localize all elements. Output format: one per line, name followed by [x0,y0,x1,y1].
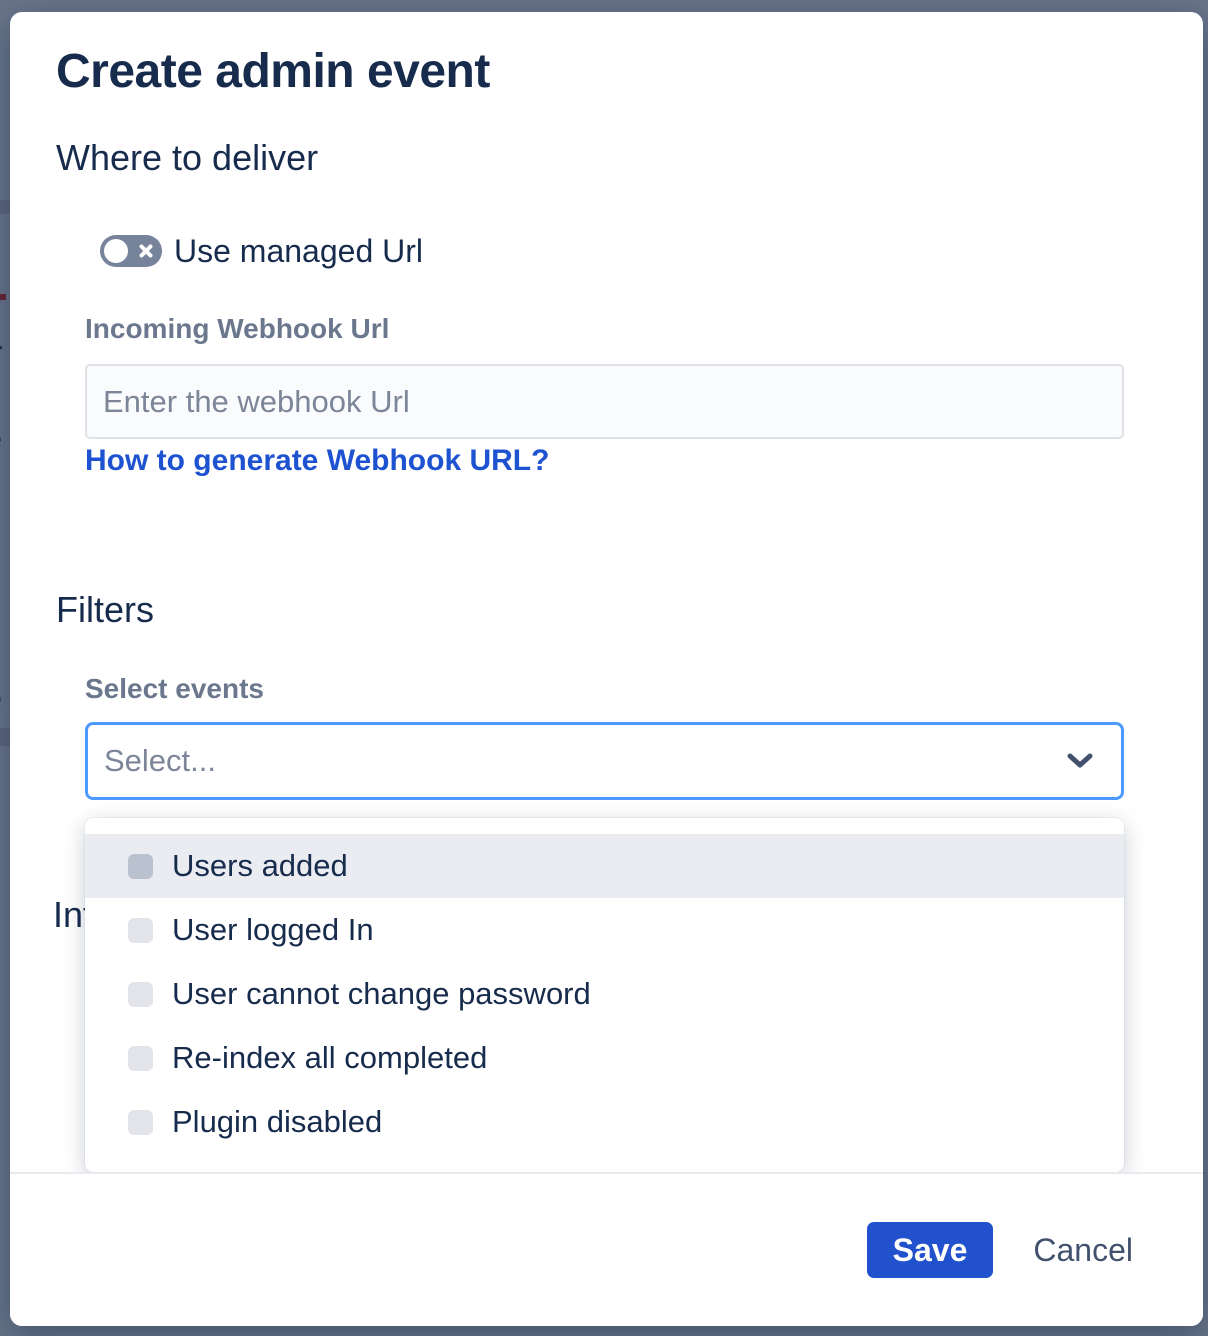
dropdown-option[interactable]: User cannot change password [85,962,1124,1026]
dropdown-option-label: User logged In [172,912,374,948]
dialog-footer: Save Cancel [10,1172,1203,1326]
toggle-label: Use managed Url [174,233,423,270]
backdrop-fragment [0,200,10,214]
dropdown-options-list: Users added User logged In User cannot cha… [85,834,1124,1154]
dialog-title: Create admin event [56,44,490,99]
chevron-down-icon [1067,753,1093,769]
backdrop-fragment: e [0,422,2,454]
dropdown-option-label: Plugin disabled [172,1104,382,1140]
save-button[interactable]: Save [867,1222,994,1278]
section-heading-where-to-deliver: Where to deliver [56,138,318,178]
cancel-button[interactable]: Cancel [1033,1232,1133,1269]
events-dropdown-menu: Users added User logged In User cannot cha… [85,818,1124,1172]
dropdown-option-label: Re-index all completed [172,1040,487,1076]
option-checkbox[interactable] [128,982,153,1007]
events-select[interactable]: Select... [85,722,1124,800]
webhook-url-input[interactable] [85,364,1124,439]
webhook-url-label: Incoming Webhook Url [85,314,389,345]
use-managed-url-toggle[interactable] [100,235,162,267]
toggle-off-x-icon [139,244,153,258]
dropdown-option-label: User cannot change password [172,976,591,1012]
select-placeholder: Select... [104,743,1067,779]
backdrop-fragment: e [0,682,2,714]
option-checkbox[interactable] [128,854,153,879]
webhook-help-link[interactable]: How to generate Webhook URL? [85,444,549,478]
create-admin-event-dialog: Create admin event Where to deliver Use … [10,12,1203,1326]
option-checkbox[interactable] [128,1046,153,1071]
toggle-knob [104,239,128,263]
option-checkbox[interactable] [128,918,153,943]
backdrop-fragment [0,294,6,300]
backdrop-fragment: a [0,322,2,354]
use-managed-url-row: Use managed Url [100,235,423,267]
screen: c a w e e Create admin event Where to de… [0,0,1208,1336]
section-heading-filters: Filters [56,590,154,630]
backdrop-fragment [0,728,10,746]
select-events-label: Select events [85,674,264,705]
dropdown-option-label: Users added [172,848,348,884]
dropdown-option[interactable]: Plugin disabled [85,1090,1124,1154]
dropdown-option[interactable]: Re-index all completed [85,1026,1124,1090]
dropdown-option[interactable]: Users added [85,834,1124,898]
option-checkbox[interactable] [128,1110,153,1135]
dropdown-option[interactable]: User logged In [85,898,1124,962]
